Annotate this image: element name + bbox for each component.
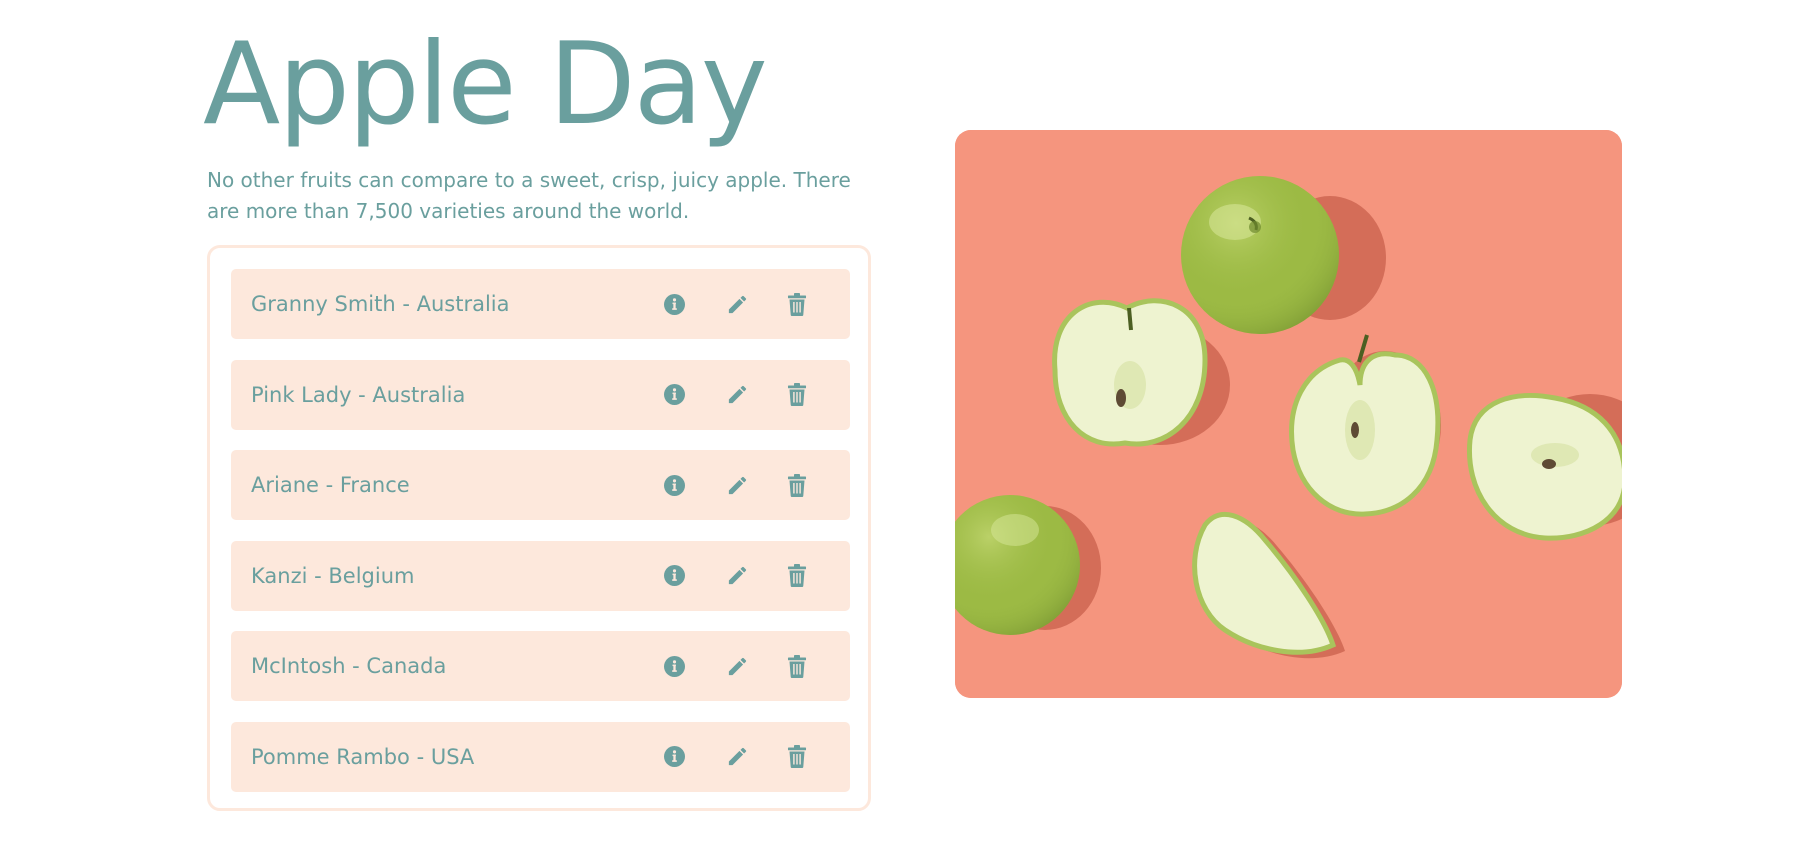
pencil-icon bbox=[728, 295, 746, 313]
delete-button[interactable] bbox=[781, 469, 813, 501]
info-circle-icon bbox=[663, 293, 685, 315]
info-circle-icon bbox=[663, 565, 685, 587]
pencil-icon bbox=[728, 748, 746, 766]
info-button[interactable] bbox=[658, 741, 690, 773]
trash-icon bbox=[788, 473, 806, 497]
info-circle-icon bbox=[663, 384, 685, 406]
delete-button[interactable] bbox=[781, 560, 813, 592]
delete-button[interactable] bbox=[781, 379, 813, 411]
info-button[interactable] bbox=[658, 379, 690, 411]
edit-button[interactable] bbox=[721, 650, 753, 682]
edit-button[interactable] bbox=[721, 288, 753, 320]
list-item: Granny Smith - Australia bbox=[231, 269, 850, 339]
apples-illustration bbox=[955, 130, 1622, 698]
info-button[interactable] bbox=[658, 560, 690, 592]
trash-icon bbox=[788, 564, 806, 588]
page-title: Apple Day bbox=[203, 18, 768, 150]
list-item: Kanzi - Belgium bbox=[231, 540, 850, 611]
variety-label: Pomme Rambo - USA bbox=[251, 744, 475, 769]
intro-text: No other fruits can compare to a sweet, … bbox=[207, 168, 851, 223]
pencil-icon bbox=[728, 657, 746, 675]
variety-label: McIntosh - Canada bbox=[251, 654, 447, 679]
info-circle-icon bbox=[663, 474, 685, 496]
list-item: McIntosh - Canada bbox=[231, 631, 850, 702]
edit-button[interactable] bbox=[721, 741, 753, 773]
list-item: Pink Lady - Australia bbox=[231, 359, 850, 430]
trash-icon bbox=[788, 745, 806, 769]
pencil-icon bbox=[728, 385, 746, 404]
trash-icon bbox=[788, 292, 806, 316]
trash-icon bbox=[788, 383, 806, 407]
info-button[interactable] bbox=[658, 650, 690, 682]
edit-button[interactable] bbox=[721, 560, 753, 592]
pencil-icon bbox=[728, 476, 746, 494]
info-circle-icon bbox=[663, 655, 685, 677]
half-apple-right bbox=[1466, 393, 1622, 541]
edit-button[interactable] bbox=[721, 379, 753, 411]
variety-label: Kanzi - Belgium bbox=[251, 563, 415, 588]
edit-button[interactable] bbox=[721, 469, 753, 501]
list-item: Pomme Rambo - USA bbox=[231, 721, 850, 792]
apples-photo bbox=[955, 130, 1622, 698]
delete-button[interactable] bbox=[781, 650, 813, 682]
trash-icon bbox=[788, 654, 806, 678]
pencil-icon bbox=[728, 567, 746, 585]
delete-button[interactable] bbox=[781, 288, 813, 320]
list-item: Ariane - France bbox=[231, 450, 850, 521]
variety-list: Granny Smith - Australia Pink Lady - Aus… bbox=[231, 269, 850, 813]
variety-label: Granny Smith - Australia bbox=[251, 292, 510, 316]
variety-list-card: Granny Smith - Australia Pink Lady - Aus… bbox=[207, 245, 871, 811]
variety-label: Ariane - France bbox=[251, 473, 410, 498]
delete-button[interactable] bbox=[781, 741, 813, 773]
variety-label: Pink Lady - Australia bbox=[251, 382, 466, 407]
info-button[interactable] bbox=[658, 288, 690, 320]
info-circle-icon bbox=[663, 746, 685, 768]
info-button[interactable] bbox=[658, 469, 690, 501]
